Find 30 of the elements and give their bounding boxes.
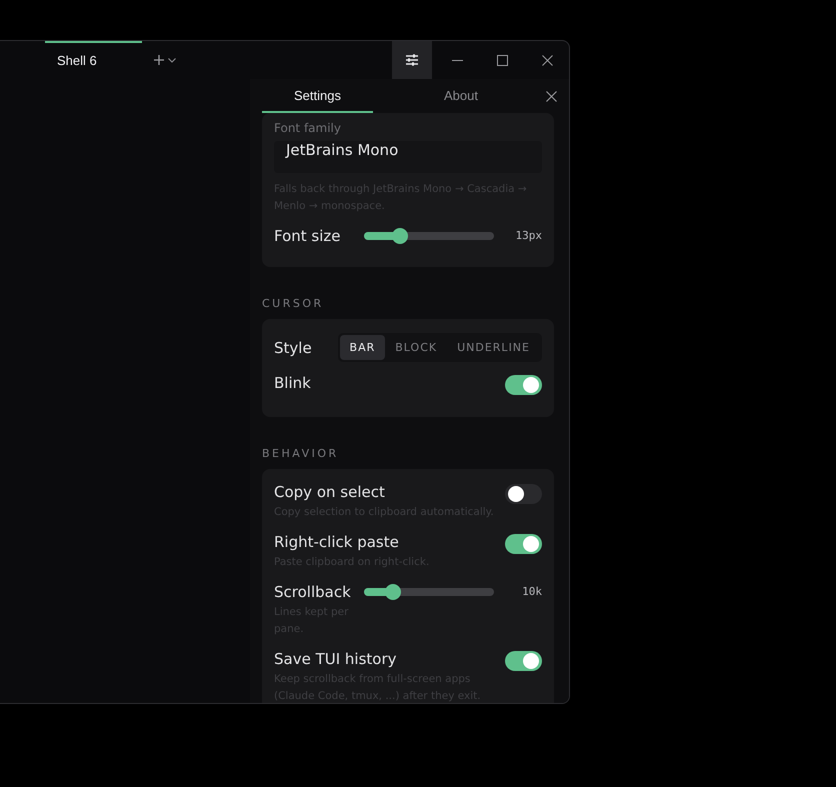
setting-label: Style	[274, 338, 312, 356]
slider-value: 10k	[522, 585, 542, 598]
sliders-icon	[405, 54, 419, 66]
settings-tab[interactable]: About	[439, 79, 483, 113]
setting-label: Save TUI history	[274, 650, 398, 668]
setting-label: Blink	[274, 374, 311, 392]
slider-thumb[interactable]	[384, 584, 401, 600]
caret-icon[interactable]	[168, 58, 176, 62]
setting-label: Copy on select	[274, 483, 386, 501]
field-label: Font family	[274, 121, 342, 135]
toggle-switch[interactable]	[505, 375, 542, 395]
cursor-style-option[interactable]: BLOCK	[385, 335, 448, 360]
close-icon	[546, 90, 556, 102]
maximize-icon	[496, 54, 508, 66]
setting-label: Right-click paste	[274, 533, 400, 551]
section-heading: BEHAVIOR	[262, 447, 340, 460]
section-heading: CURSOR	[262, 297, 325, 310]
cursor-style-option[interactable]: BAR	[340, 335, 386, 360]
toggle-switch[interactable]	[505, 484, 542, 504]
toggle-switch[interactable]	[505, 651, 542, 671]
slider-value: 13px	[516, 229, 542, 242]
slider-thumb[interactable]	[392, 228, 408, 244]
settings-button[interactable]	[392, 41, 432, 79]
close-icon	[542, 54, 552, 66]
setting-label: Scrollback	[274, 583, 352, 601]
setting-label: Font size	[274, 227, 342, 245]
toggle-switch[interactable]	[505, 534, 542, 554]
plus-icon[interactable]	[154, 55, 164, 65]
cursor-style-option[interactable]: UNDERLINE	[447, 335, 540, 360]
font-family-field[interactable]: JetBrains Mono	[274, 141, 542, 173]
